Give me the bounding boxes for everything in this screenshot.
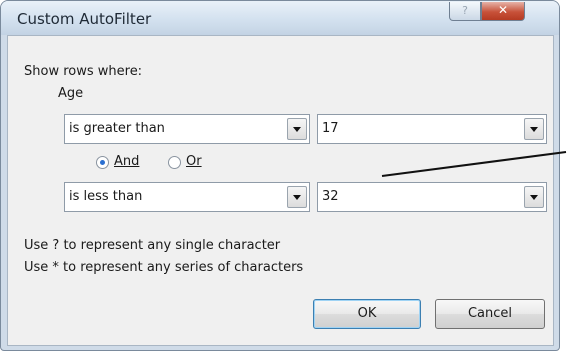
callout-line <box>381 151 567 177</box>
